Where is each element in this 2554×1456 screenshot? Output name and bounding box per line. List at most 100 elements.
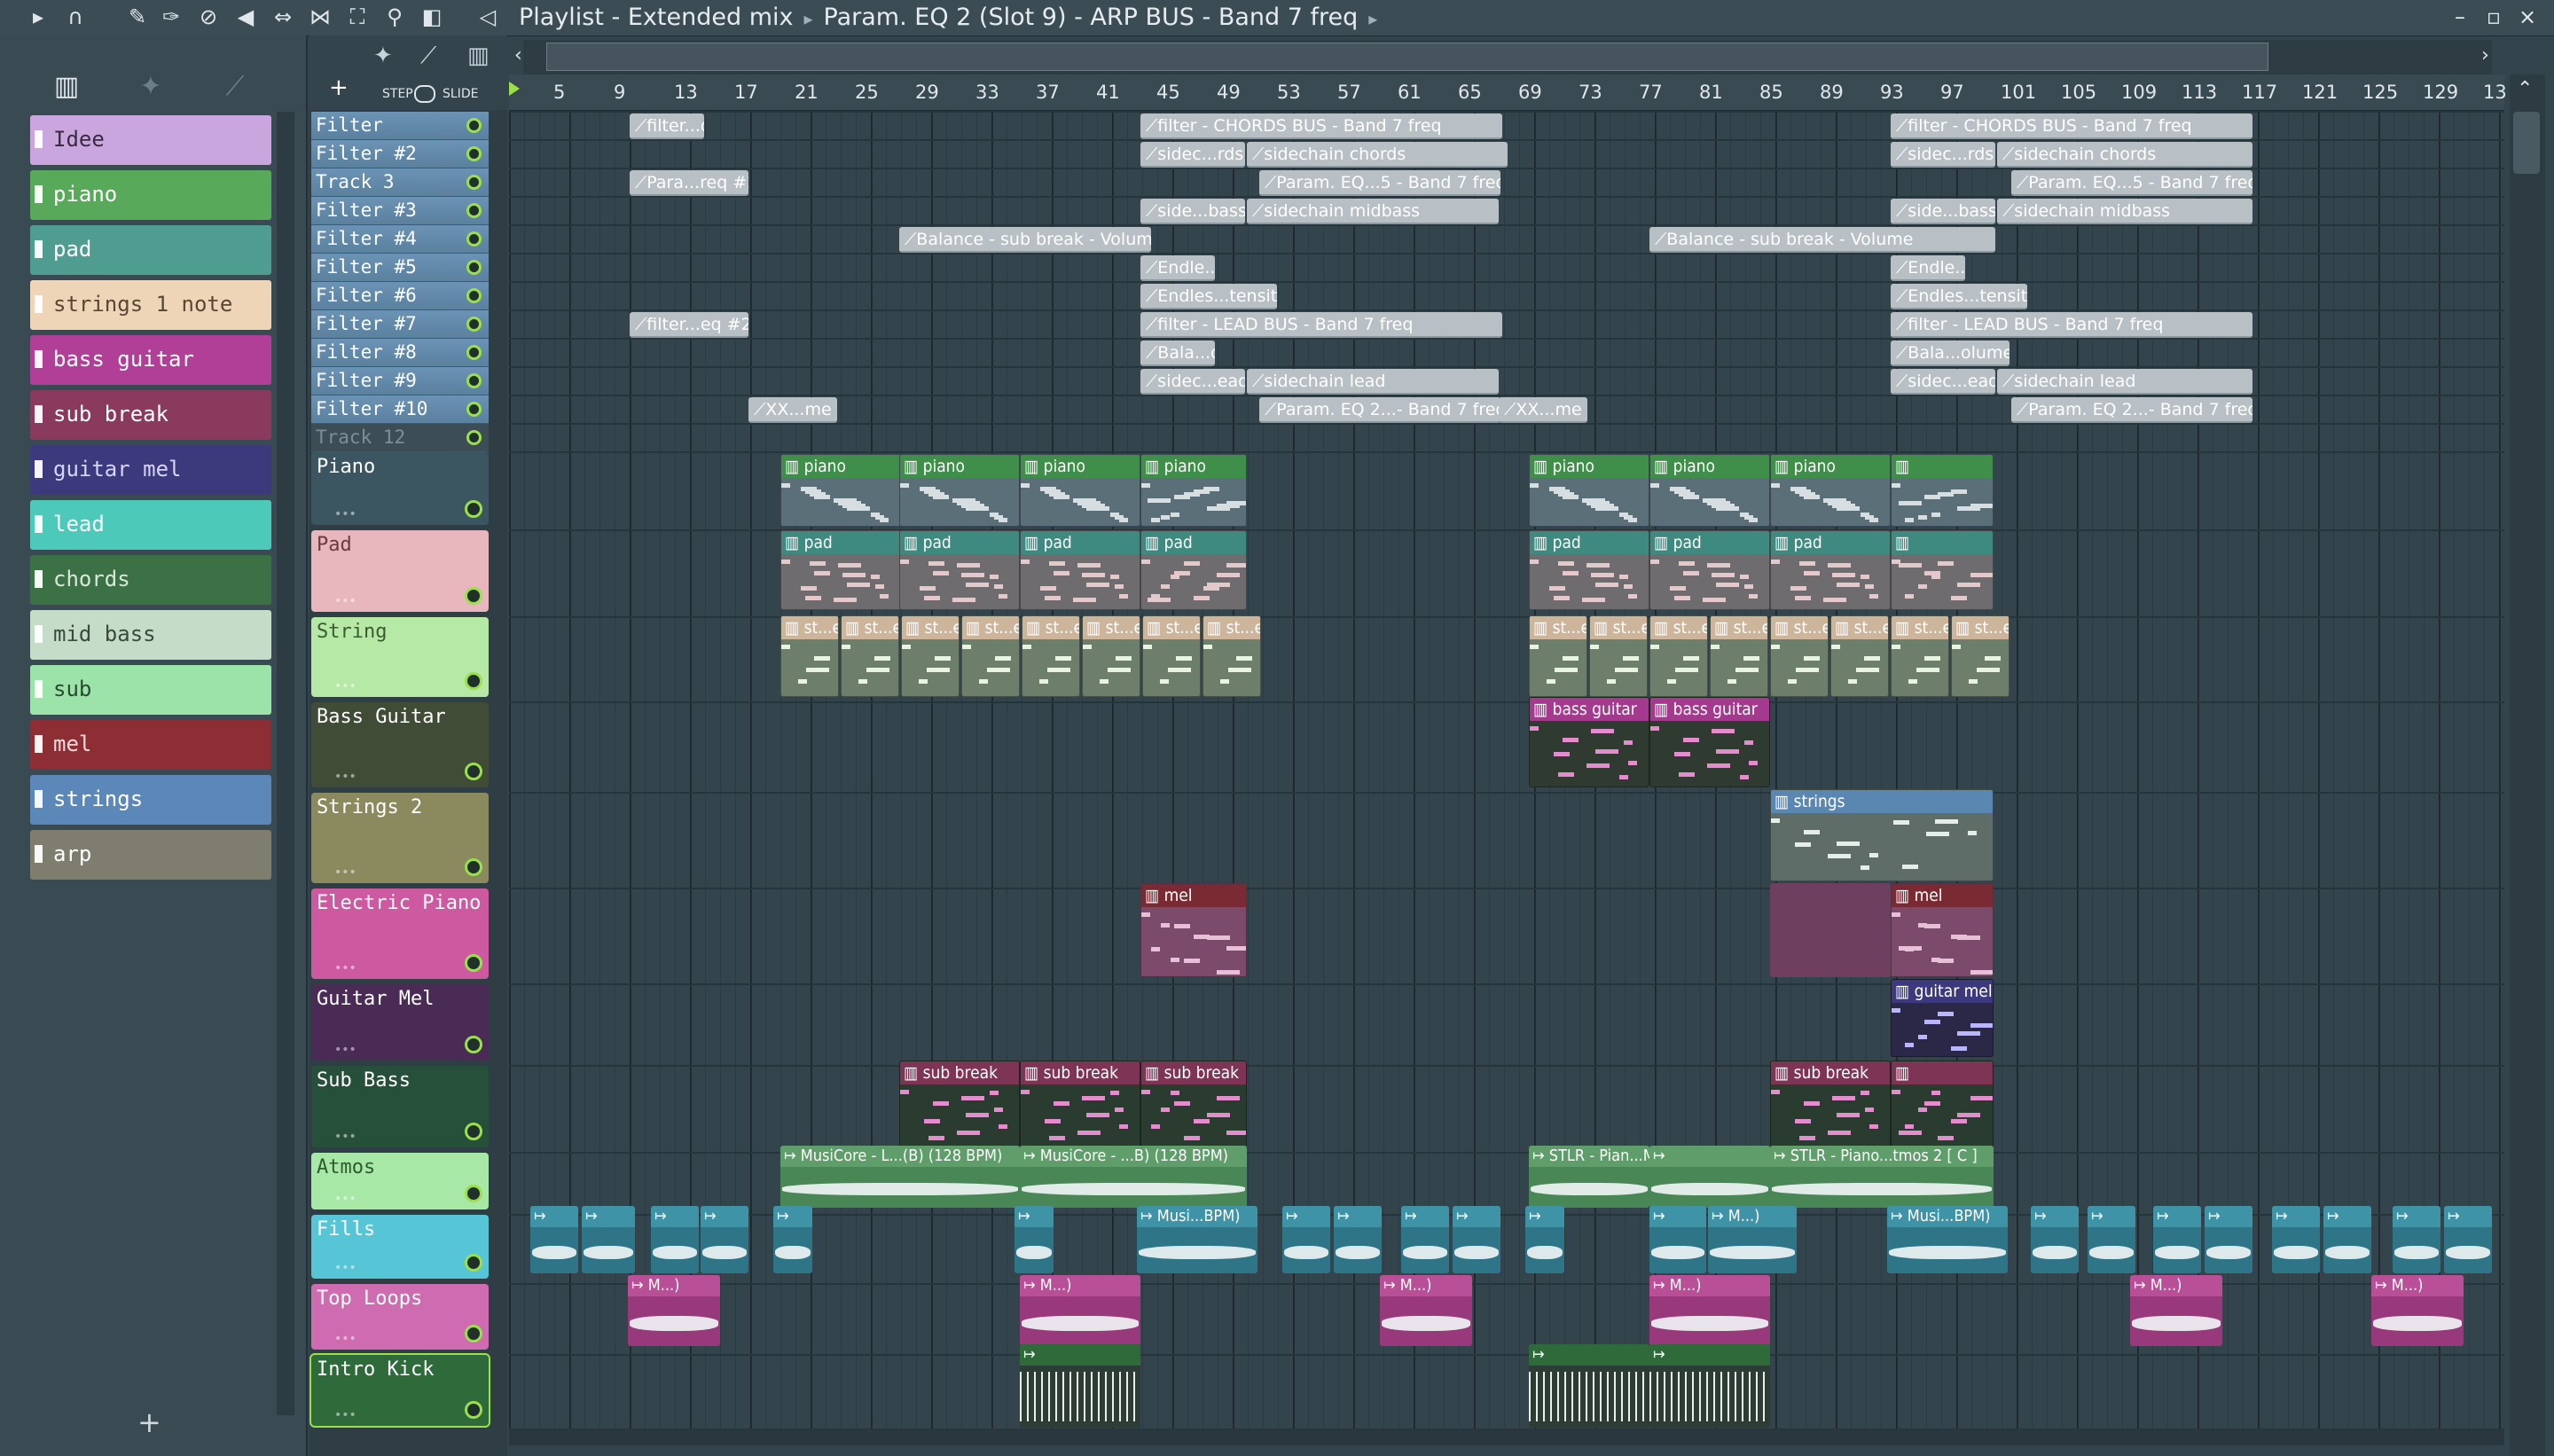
track-options-icon[interactable]: ••• [334,594,356,608]
pattern-item[interactable]: strings 1 note [30,280,271,330]
pattern-clip[interactable]: ▥ piano [899,454,1020,527]
track-header[interactable]: Bass Guitar ••• [311,702,489,787]
pattern-clip[interactable]: ▥ [1891,1061,1994,1147]
audio-clip[interactable]: ↦ [1020,1344,1140,1428]
track-enable-led[interactable] [465,954,482,972]
automation-clip[interactable]: ⟋sidec...ead [1891,369,1995,395]
pattern-item[interactable]: strings [30,775,271,825]
pencil-icon[interactable]: ✎ [124,4,151,30]
track-header[interactable]: Fills ••• [311,1215,489,1279]
automation-clip[interactable]: ⟋Param. EQ 2...- Band 7 freq [1259,397,1500,423]
track-options-icon[interactable]: ••• [334,1192,356,1206]
track-header[interactable]: Atmos ••• [311,1153,489,1209]
track-enable-led[interactable] [466,402,482,417]
audio-clip[interactable]: ↦ [2323,1206,2371,1273]
audio-clip[interactable]: ↦ M...) [1020,1275,1140,1346]
pattern-item[interactable]: mid bass [30,610,271,660]
track-enable-led[interactable] [465,500,482,518]
audio-clip[interactable]: ↦ [1401,1206,1449,1273]
automation-track-header[interactable]: Track 3 [311,168,489,197]
pattern-clip[interactable]: ▥ sub break [1770,1061,1891,1147]
pattern-clip[interactable]: ▥ pad [1020,530,1140,610]
automation-track-header[interactable]: Filter #5 [311,254,489,282]
automation-clip[interactable]: ⟋Para...req #2 [630,170,748,196]
vertical-scrollbar[interactable] [2510,74,2545,1456]
pattern-clip[interactable]: ▥ sub break [899,1061,1020,1147]
mel-clip-region[interactable] [1770,883,1891,977]
pattern-clip[interactable]: ▥ pad [1649,530,1770,610]
pattern-item[interactable]: chords [30,555,271,605]
vertical-scroll-thumb[interactable] [2513,112,2540,174]
track-header[interactable]: Guitar Mel ••• [311,984,489,1061]
automation-clip[interactable]: ⟋Param. EQ...5 - Band 7 freq [1259,170,1500,196]
pattern-clip[interactable]: ▥ bass guitar [1649,697,1770,787]
audio-clip[interactable]: ↦ Musi...BPM) [1887,1206,2008,1273]
track-options-icon[interactable]: ••• [334,1332,356,1346]
automation-clip[interactable]: ⟋sidec...ead [1140,369,1245,395]
slip-icon[interactable]: ⇔ [270,4,296,30]
audio-clip[interactable]: ↦ MusiCore - ...B) (128 BPM) [1020,1146,1247,1208]
pattern-clip[interactable]: ▥ sub break [1140,1061,1247,1147]
automation-clip[interactable]: ⟋Bala...olume [1140,341,1215,366]
pattern-clip[interactable]: ▥ pad [780,530,901,610]
paint-brush-icon[interactable]: ✑ [158,4,184,30]
pattern-clip[interactable]: ▥ piano [1649,454,1770,527]
pattern-clip[interactable]: ▥ st...e [841,615,899,697]
audio-clip[interactable]: ↦ [1015,1206,1054,1273]
pattern-clip[interactable]: ▥ piano [1770,454,1891,527]
pattern-clip[interactable]: ▥ st...e [1891,615,1949,697]
pattern-clip[interactable]: ▥ st...e [1022,615,1080,697]
audio-clip[interactable]: ↦ [1529,1344,1649,1428]
automation-track-header[interactable]: Filter #6 [311,282,489,310]
track-header[interactable]: Electric Piano ••• [311,888,489,979]
scroll-left-icon[interactable]: ‹ [514,44,522,67]
audio-clip[interactable]: ↦ [2205,1206,2252,1273]
audio-clip[interactable]: ↦ M...) [1708,1206,1797,1273]
waveform-tool-icon[interactable]: ✦ [373,43,393,69]
add-track-icon[interactable]: + [329,74,349,101]
speaker-icon[interactable]: ◁ [474,4,501,30]
scroll-up-icon[interactable]: ⌃ [2517,78,2533,100]
horizontal-scrollbar[interactable] [509,1429,2504,1445]
automation-clip[interactable]: ⟋filter - CHORDS BUS - Band 7 freq [1891,114,2252,139]
track-options-icon[interactable]: ••• [334,1261,356,1275]
track-enable-led[interactable] [465,1123,482,1140]
track-header[interactable]: Top Loops ••• [311,1284,489,1350]
audio-clip[interactable]: ↦ [2031,1206,2079,1273]
automation-clip[interactable]: ⟋Param. EQ...5 - Band 7 freq [2011,170,2252,196]
pattern-item[interactable]: piano [30,170,271,220]
track-enable-led[interactable] [465,1325,482,1342]
breadcrumb-end-icon[interactable]: ▸ [1368,8,1377,29]
track-enable-led[interactable] [465,1036,482,1053]
track-enable-led[interactable] [466,260,482,275]
audio-clip[interactable]: ↦ [2444,1206,2492,1273]
maximize-icon[interactable]: ▫ [2478,2,2510,32]
track-enable-led[interactable] [466,430,482,445]
audio-clip[interactable]: ↦ [2393,1206,2440,1273]
scroll-right-icon[interactable]: › [2481,44,2489,67]
track-options-icon[interactable]: ••• [334,1130,356,1144]
automation-clip[interactable]: ⟋sidec...rds [1891,142,1995,168]
automation-clip[interactable]: ⟋filter...q #2 [630,114,704,139]
track-options-icon[interactable]: ••• [334,961,356,975]
delete-icon[interactable]: ⊘ [195,4,222,30]
audio-clip[interactable]: ↦ M...) [1380,1275,1472,1346]
close-icon[interactable]: × [2511,2,2543,32]
pattern-clip[interactable]: ▥ mel [1140,883,1247,977]
automation-track-header[interactable]: Filter #2 [311,140,489,168]
pattern-clip[interactable]: ▥ st...e [1203,615,1261,697]
track-header[interactable]: Pad ••• [311,530,489,612]
pattern-item[interactable]: sub [30,665,271,715]
pattern-clip[interactable]: ▥ st...e [1830,615,1889,697]
track-enable-led[interactable] [466,146,482,161]
pattern-item[interactable]: arp [30,830,271,880]
track-enable-led[interactable] [465,858,482,876]
pattern-item[interactable]: bass guitar [30,335,271,385]
track-enable-led[interactable] [466,373,482,388]
automation-clip[interactable]: ⟋Bala...olume [1891,341,2010,366]
automation-clip[interactable]: ⟋sidechain midbass [1997,199,2252,224]
audio-clip[interactable]: ↦ [1334,1206,1382,1273]
track-enable-led[interactable] [465,763,482,780]
pattern-tool-icon[interactable]: ▥ [467,43,490,69]
track-header[interactable]: Strings 2 ••• [311,793,489,883]
